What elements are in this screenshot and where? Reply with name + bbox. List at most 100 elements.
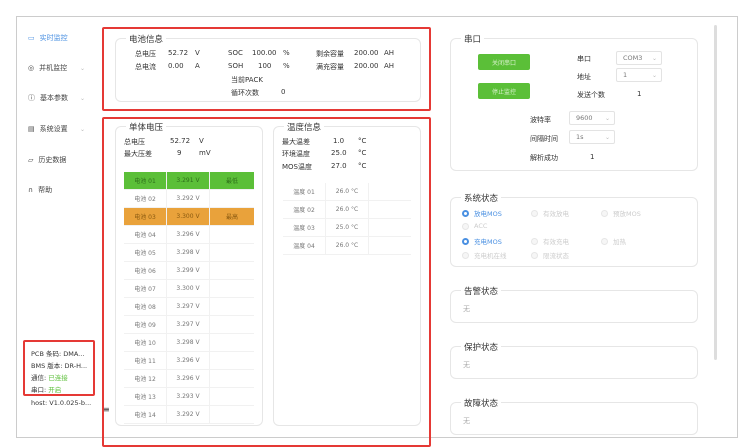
total-current: 总电流 0.00 A	[135, 62, 200, 71]
cell-voltage: 3.296 V	[167, 226, 210, 243]
radio-icon	[462, 237, 469, 245]
eye-icon: ◎	[28, 64, 35, 72]
protect-status-panel: 保护状态 无	[450, 341, 698, 379]
baud-label: 波特率	[530, 116, 551, 124]
temp-name: 温度 01	[283, 183, 326, 200]
cycles: 循环次数 0	[231, 88, 286, 97]
settings-icon: ▤	[28, 125, 35, 133]
address-select[interactable]: 1 ⌄	[616, 68, 662, 82]
cell-name: 电池 06	[124, 262, 167, 279]
temp-name: 温度 02	[283, 201, 326, 218]
cell-tag	[210, 388, 254, 405]
alarm-status-panel: 告警状态 无	[450, 285, 698, 323]
cell-voltage: 3.299 V	[167, 262, 210, 279]
cell-tag	[210, 316, 254, 333]
cell-voltage: 3.296 V	[167, 370, 210, 387]
cell-voltage: 3.296 V	[167, 352, 210, 369]
remaining-capacity: 剩余容量 200.00 AH	[316, 49, 395, 58]
chevron-down-icon: ⌄	[80, 125, 86, 133]
full-capacity: 满充容量 200.00 AH	[316, 62, 395, 71]
cell-name: 电池 01	[124, 172, 167, 189]
sidebar-item-parallel[interactable]: ◎ 并机监控 ⌄	[28, 63, 85, 73]
panel-title: 串口	[461, 33, 485, 45]
cell-tag	[210, 298, 254, 315]
status-indicator: 充电MOS	[462, 236, 502, 246]
panel-title: 故障状态	[461, 397, 502, 409]
cell-name: 电池 09	[124, 316, 167, 333]
temp-value: 26.0 °C	[326, 201, 369, 218]
cell-row: 电池 11 3.296 V	[124, 352, 254, 370]
close-port-button[interactable]: 关闭串口	[478, 54, 530, 70]
port-status: 串口: 开启	[31, 386, 62, 394]
sidebar-item-history[interactable]: ▱ 历史数据	[28, 155, 66, 165]
comm-status: 通信: 已连接	[31, 374, 68, 382]
folder-icon: ▱	[28, 156, 34, 164]
cell-total-voltage: 总电压 52.72 V	[124, 137, 204, 146]
stop-monitor-button[interactable]: 停止监控	[478, 83, 530, 99]
port-select[interactable]: COM3 ⌄	[616, 51, 662, 65]
cell-tag	[210, 226, 254, 243]
temp-name: 温度 03	[283, 219, 326, 236]
cell-row: 电池 02 3.292 V	[124, 190, 254, 208]
cell-tag	[210, 352, 254, 369]
protect-value: 无	[463, 361, 470, 369]
cell-row: 电池 07 3.300 V	[124, 280, 254, 298]
cell-name: 电池 11	[124, 352, 167, 369]
menu-handle-icon[interactable]: ≡	[103, 405, 110, 414]
temp-row: 温度 01 26.0 °C	[283, 183, 411, 201]
cell-voltage: 3.292 V	[167, 406, 210, 423]
cell-row: 电池 14 3.292 V	[124, 406, 254, 424]
battery-info-panel: 电池信息	[115, 33, 421, 102]
panel-title: 告警状态	[461, 285, 502, 297]
status-indicator: 限流状态	[531, 250, 569, 260]
sidebar-item-params[interactable]: ⓘ 基本参数 ⌄	[28, 93, 85, 103]
temp-value: 26.0 °C	[326, 183, 369, 200]
pcb-code: PCB 条码: DMA...	[31, 350, 85, 358]
status-indicator: 加热	[601, 236, 626, 246]
cell-row: 电池 06 3.299 V	[124, 262, 254, 280]
status-indicator: 有效充电	[531, 236, 569, 246]
cell-tag	[210, 190, 254, 207]
cell-tag	[210, 370, 254, 387]
temp-value: 25.0 °C	[326, 219, 369, 236]
chevron-down-icon: ⌄	[651, 71, 657, 79]
cell-name: 电池 10	[124, 334, 167, 351]
interval-select[interactable]: 1s ⌄	[569, 130, 615, 144]
fault-status-panel: 故障状态 无	[450, 397, 698, 435]
soc: SOC 100.00%	[228, 49, 290, 57]
cell-tag: 最高	[225, 214, 238, 221]
parsed-count: 解析成功 1	[530, 153, 595, 162]
sidebar-item-help[interactable]: ∩ 帮助	[28, 185, 52, 195]
chevron-down-icon: ⌄	[604, 133, 610, 141]
temp-row: 温度 04 26.0 °C	[283, 237, 411, 255]
panel-title: 电池信息	[126, 33, 167, 45]
status-indicator: 放电MOS	[462, 208, 502, 218]
cell-max-diff: 最大压差 9 mV	[124, 149, 211, 158]
status-indicator: 预放MOS	[601, 208, 641, 218]
radio-icon	[462, 209, 469, 217]
cell-voltage: 3.300 V	[167, 280, 210, 297]
panel-title: 保护状态	[461, 341, 502, 353]
cell-name: 电池 05	[124, 244, 167, 261]
scrollbar[interactable]	[714, 25, 717, 360]
env-temp: 环境温度 25.0 °C	[282, 149, 367, 158]
cell-name: 电池 12	[124, 370, 167, 387]
sidebar-item-settings[interactable]: ▤ 系统设置 ⌄	[28, 124, 85, 134]
status-indicator: 有效放电	[531, 208, 569, 218]
panel-title: 单体电压	[126, 121, 167, 133]
cell-name: 电池 03	[124, 208, 167, 225]
fault-value: 无	[463, 417, 470, 425]
chevron-down-icon: ⌄	[651, 54, 657, 62]
baud-select[interactable]: 9600 ⌄	[569, 111, 615, 125]
cell-name: 电池 07	[124, 280, 167, 297]
cell-tag	[210, 280, 254, 297]
sidebar-item-realtime[interactable]: ▭ 实时监控	[28, 33, 68, 43]
mos-temp: MOS温度 27.0 °C	[282, 162, 367, 171]
cell-name: 电池 04	[124, 226, 167, 243]
cell-row: 电池 04 3.296 V	[124, 226, 254, 244]
soh: SOH 100%	[228, 62, 290, 70]
cell-voltage: 3.298 V	[167, 244, 210, 261]
cell-tag	[210, 406, 254, 423]
chevron-down-icon: ⌄	[80, 94, 86, 102]
port-label: 串口	[577, 55, 591, 63]
